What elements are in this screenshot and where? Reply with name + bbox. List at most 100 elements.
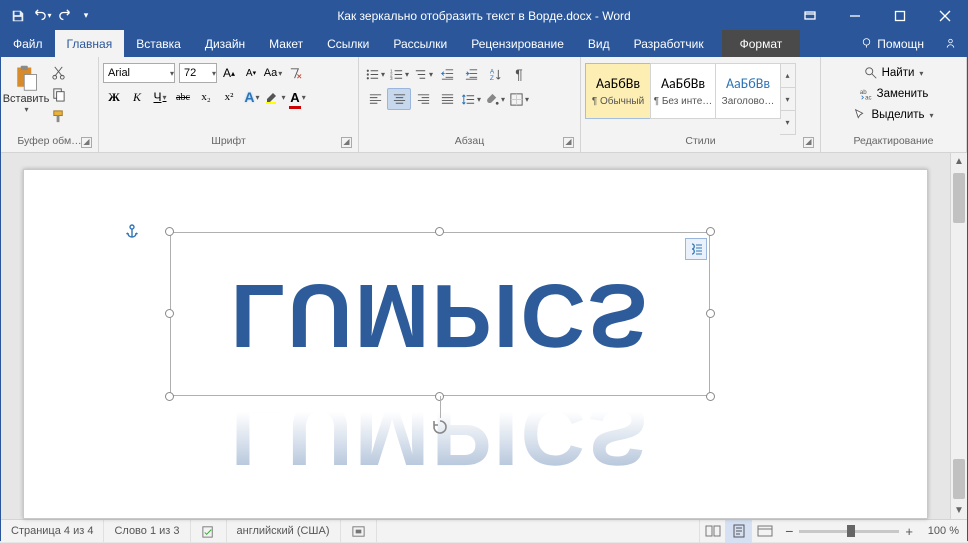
status-words[interactable]: Слово 1 из 3 [104, 520, 190, 542]
show-marks-icon[interactable]: ¶ [507, 63, 531, 85]
scroll-thumb[interactable] [953, 459, 965, 499]
align-left-icon[interactable] [363, 88, 387, 110]
minimize-icon[interactable] [832, 1, 877, 30]
tell-me[interactable]: Помощн [850, 30, 934, 57]
resize-handle-nw[interactable] [165, 227, 174, 236]
style-heading1[interactable]: АаБбВв Заголово… [715, 63, 781, 119]
styles-row-down-icon[interactable]: ▾ [780, 88, 795, 112]
share-button[interactable] [934, 30, 967, 57]
clear-format-icon[interactable] [285, 63, 305, 83]
zoom-value[interactable]: 100 % [919, 525, 959, 537]
styles-expand-icon[interactable]: ▾ [780, 111, 795, 134]
paste-button[interactable]: Вставить ▾ [5, 60, 47, 135]
multilevel-icon[interactable]: ▾ [411, 63, 435, 85]
italic-button[interactable]: К [126, 86, 148, 108]
resize-handle-w[interactable] [165, 309, 174, 318]
tab-insert[interactable]: Вставка [124, 30, 193, 57]
copy-icon[interactable] [47, 84, 69, 104]
tab-layout[interactable]: Макет [257, 30, 315, 57]
style-name: Заголово… [722, 96, 775, 107]
close-icon[interactable] [922, 1, 967, 30]
tab-references[interactable]: Ссылки [315, 30, 381, 57]
subscript-button[interactable]: x₂ [195, 86, 217, 108]
tab-home[interactable]: Главная [55, 30, 125, 57]
font-color-icon[interactable]: A▾ [287, 86, 309, 108]
align-right-icon[interactable] [411, 88, 435, 110]
zoom-thumb[interactable] [847, 525, 855, 537]
superscript-button[interactable]: x² [218, 86, 240, 108]
change-case-icon[interactable]: Aa▾ [263, 63, 283, 83]
strike-button[interactable]: abc [172, 86, 194, 108]
vertical-scrollbar[interactable]: ▲ ▼ [950, 153, 967, 519]
indent-inc-icon[interactable] [459, 63, 483, 85]
save-icon[interactable] [7, 5, 29, 27]
font-dialog-icon[interactable]: ◢ [341, 137, 352, 148]
font-size-value: 72 [184, 67, 196, 79]
replace-button[interactable]: abacЗаменить [825, 84, 962, 104]
status-language[interactable]: английский (США) [227, 520, 341, 542]
window-controls [787, 1, 967, 30]
paragraph-dialog-icon[interactable]: ◢ [563, 137, 574, 148]
zoom-slider[interactable] [799, 530, 899, 533]
cut-icon[interactable] [47, 62, 69, 82]
bullets-icon[interactable]: ▾ [363, 63, 387, 85]
indent-dec-icon[interactable] [435, 63, 459, 85]
resize-handle-se[interactable] [706, 392, 715, 401]
styles-dialog-icon[interactable]: ◢ [803, 137, 814, 148]
align-center-icon[interactable] [387, 88, 411, 110]
justify-icon[interactable] [435, 88, 459, 110]
line-spacing-icon[interactable]: ▾ [459, 88, 483, 110]
tab-developer[interactable]: Разработчик [622, 30, 716, 57]
select-button[interactable]: Выделить▾ [825, 105, 962, 125]
rotate-handle-icon[interactable] [431, 418, 449, 436]
scroll-up-icon[interactable]: ▲ [951, 153, 967, 170]
view-web-icon[interactable] [751, 520, 777, 543]
tab-format[interactable]: Формат [722, 30, 801, 57]
tab-review[interactable]: Рецензирование [459, 30, 576, 57]
font-size-input[interactable]: 72▾ [179, 63, 217, 83]
tab-view[interactable]: Вид [576, 30, 622, 57]
tab-design[interactable]: Дизайн [193, 30, 257, 57]
tab-file[interactable]: Файл [1, 30, 55, 57]
scroll-thumb[interactable] [953, 173, 965, 223]
find-button[interactable]: Найти▾ [825, 63, 962, 83]
tab-mailings[interactable]: Рассылки [381, 30, 459, 57]
grow-font-icon[interactable]: A▴ [219, 63, 239, 83]
view-print-icon[interactable] [725, 520, 751, 543]
status-macro-icon[interactable] [341, 520, 377, 542]
zoom-in-icon[interactable]: + [905, 524, 913, 539]
status-page[interactable]: Страница 4 из 4 [1, 520, 104, 542]
undo-icon[interactable]: ▾ [31, 5, 53, 27]
numbering-icon[interactable]: 123▾ [387, 63, 411, 85]
resize-handle-e[interactable] [706, 309, 715, 318]
underline-button[interactable]: Ч▾ [149, 86, 171, 108]
zoom-out-icon[interactable]: − [785, 523, 793, 539]
resize-handle-n[interactable] [435, 227, 444, 236]
document-page[interactable]: LUMPICS LUMPICS [23, 169, 928, 519]
style-no-spacing[interactable]: АаБбВв ¶ Без инте… [650, 63, 716, 119]
sort-icon[interactable]: AZ [483, 63, 507, 85]
format-painter-icon[interactable] [47, 106, 69, 126]
font-name-input[interactable]: Arial▾ [103, 63, 175, 83]
layout-options-icon[interactable] [685, 238, 707, 260]
maximize-icon[interactable] [877, 1, 922, 30]
ribbon-options-icon[interactable] [787, 1, 832, 30]
redo-icon[interactable] [55, 5, 77, 27]
qat-customize-icon[interactable]: ▾ [79, 5, 93, 27]
resize-handle-ne[interactable] [706, 227, 715, 236]
clipboard-dialog-icon[interactable]: ◢ [81, 137, 92, 148]
resize-handle-sw[interactable] [165, 392, 174, 401]
styles-row-up-icon[interactable]: ▴ [780, 64, 795, 88]
text-effects-icon[interactable]: A▾ [241, 86, 263, 108]
status-proofing-icon[interactable] [191, 520, 227, 542]
view-read-icon[interactable] [699, 520, 725, 543]
highlight-icon[interactable]: ▾ [264, 86, 286, 108]
borders-icon[interactable]: ▾ [507, 88, 531, 110]
style-normal[interactable]: АаБбВв ¶ Обычный [585, 63, 651, 119]
bold-button[interactable]: Ж [103, 86, 125, 108]
anchor-icon[interactable] [124, 224, 140, 245]
scroll-down-icon[interactable]: ▼ [951, 502, 967, 519]
shading-icon[interactable]: ▾ [483, 88, 507, 110]
wordart-shape[interactable]: LUMPICS LUMPICS [170, 232, 710, 396]
shrink-font-icon[interactable]: A▾ [241, 63, 261, 83]
